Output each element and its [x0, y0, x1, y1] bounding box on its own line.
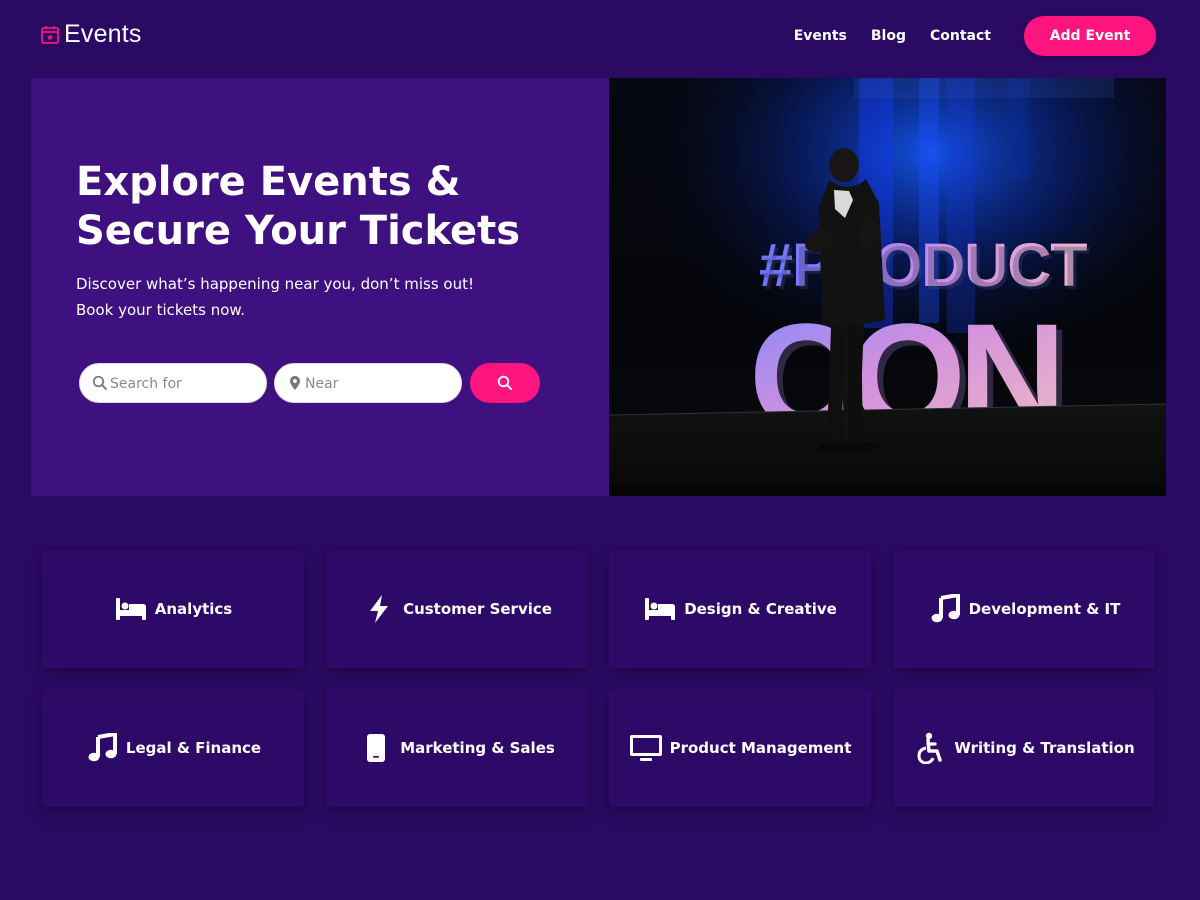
- main-nav: Events Blog Contact Add Event: [794, 16, 1156, 56]
- brand-link[interactable]: Events: [40, 22, 142, 47]
- music-note-icon: [928, 592, 962, 626]
- lightning-icon: [362, 592, 396, 626]
- category-label: Marketing & Sales: [400, 739, 555, 757]
- calendar-star-icon: [40, 25, 60, 45]
- top-navigation: Events Events Blog Contact Add Event: [0, 0, 1200, 72]
- near-location-input[interactable]: [303, 364, 457, 402]
- event-search-form: [79, 363, 549, 403]
- bed-icon: [643, 592, 677, 626]
- category-label: Development & IT: [968, 600, 1121, 618]
- hero-title-line-2: Secure Your Tickets: [76, 208, 521, 254]
- category-label: Customer Service: [403, 600, 552, 618]
- category-label: Product Management: [669, 739, 852, 757]
- category-card-marketing-sales[interactable]: Marketing & Sales: [326, 689, 588, 807]
- near-field: [274, 363, 462, 403]
- category-card-analytics[interactable]: Analytics: [42, 550, 304, 668]
- category-card-product-management[interactable]: Product Management: [609, 689, 871, 807]
- hero-subtitle: Discover what’s happening near you, don’…: [76, 275, 474, 319]
- add-event-button[interactable]: Add Event: [1024, 16, 1156, 56]
- hero-section: Explore Events & Secure Your Tickets Dis…: [31, 78, 1166, 496]
- map-pin-icon: [287, 375, 303, 391]
- category-card-development-it[interactable]: Development & IT: [893, 550, 1155, 668]
- bed-icon: [114, 592, 148, 626]
- search-icon: [497, 375, 512, 390]
- search-submit-button[interactable]: [470, 363, 540, 403]
- hero-title: Explore Events & Secure Your Tickets: [76, 158, 596, 256]
- nav-link-contact[interactable]: Contact: [930, 16, 991, 56]
- search-input[interactable]: [108, 364, 262, 402]
- category-label: Analytics: [154, 600, 233, 618]
- category-label: Writing & Translation: [954, 739, 1135, 757]
- search-field: [79, 363, 267, 403]
- hero-stage-image: #PRODUCT #PRODUCT CON CON: [609, 78, 1166, 496]
- category-card-customer-service[interactable]: Customer Service: [326, 550, 588, 668]
- category-card-writing-translation[interactable]: Writing & Translation: [893, 689, 1155, 807]
- wheelchair-icon: [913, 731, 947, 765]
- category-card-legal-finance[interactable]: Legal & Finance: [42, 689, 304, 807]
- music-note-icon: [85, 731, 119, 765]
- nav-link-blog[interactable]: Blog: [871, 16, 906, 56]
- nav-link-events[interactable]: Events: [794, 16, 847, 56]
- category-grid: Analytics Customer Service Design & Crea…: [42, 550, 1156, 808]
- brand-name: Events: [64, 20, 142, 48]
- hero-content-panel: Explore Events & Secure Your Tickets Dis…: [31, 78, 609, 496]
- hero-title-line-1: Explore Events &: [76, 159, 461, 205]
- desktop-icon: [629, 731, 663, 765]
- mobile-phone-icon: [359, 731, 393, 765]
- category-card-design-creative[interactable]: Design & Creative: [609, 550, 871, 668]
- stage-photo: #PRODUCT #PRODUCT CON CON: [609, 78, 1166, 496]
- category-label: Design & Creative: [684, 600, 837, 618]
- search-icon: [92, 375, 108, 391]
- category-label: Legal & Finance: [125, 739, 262, 757]
